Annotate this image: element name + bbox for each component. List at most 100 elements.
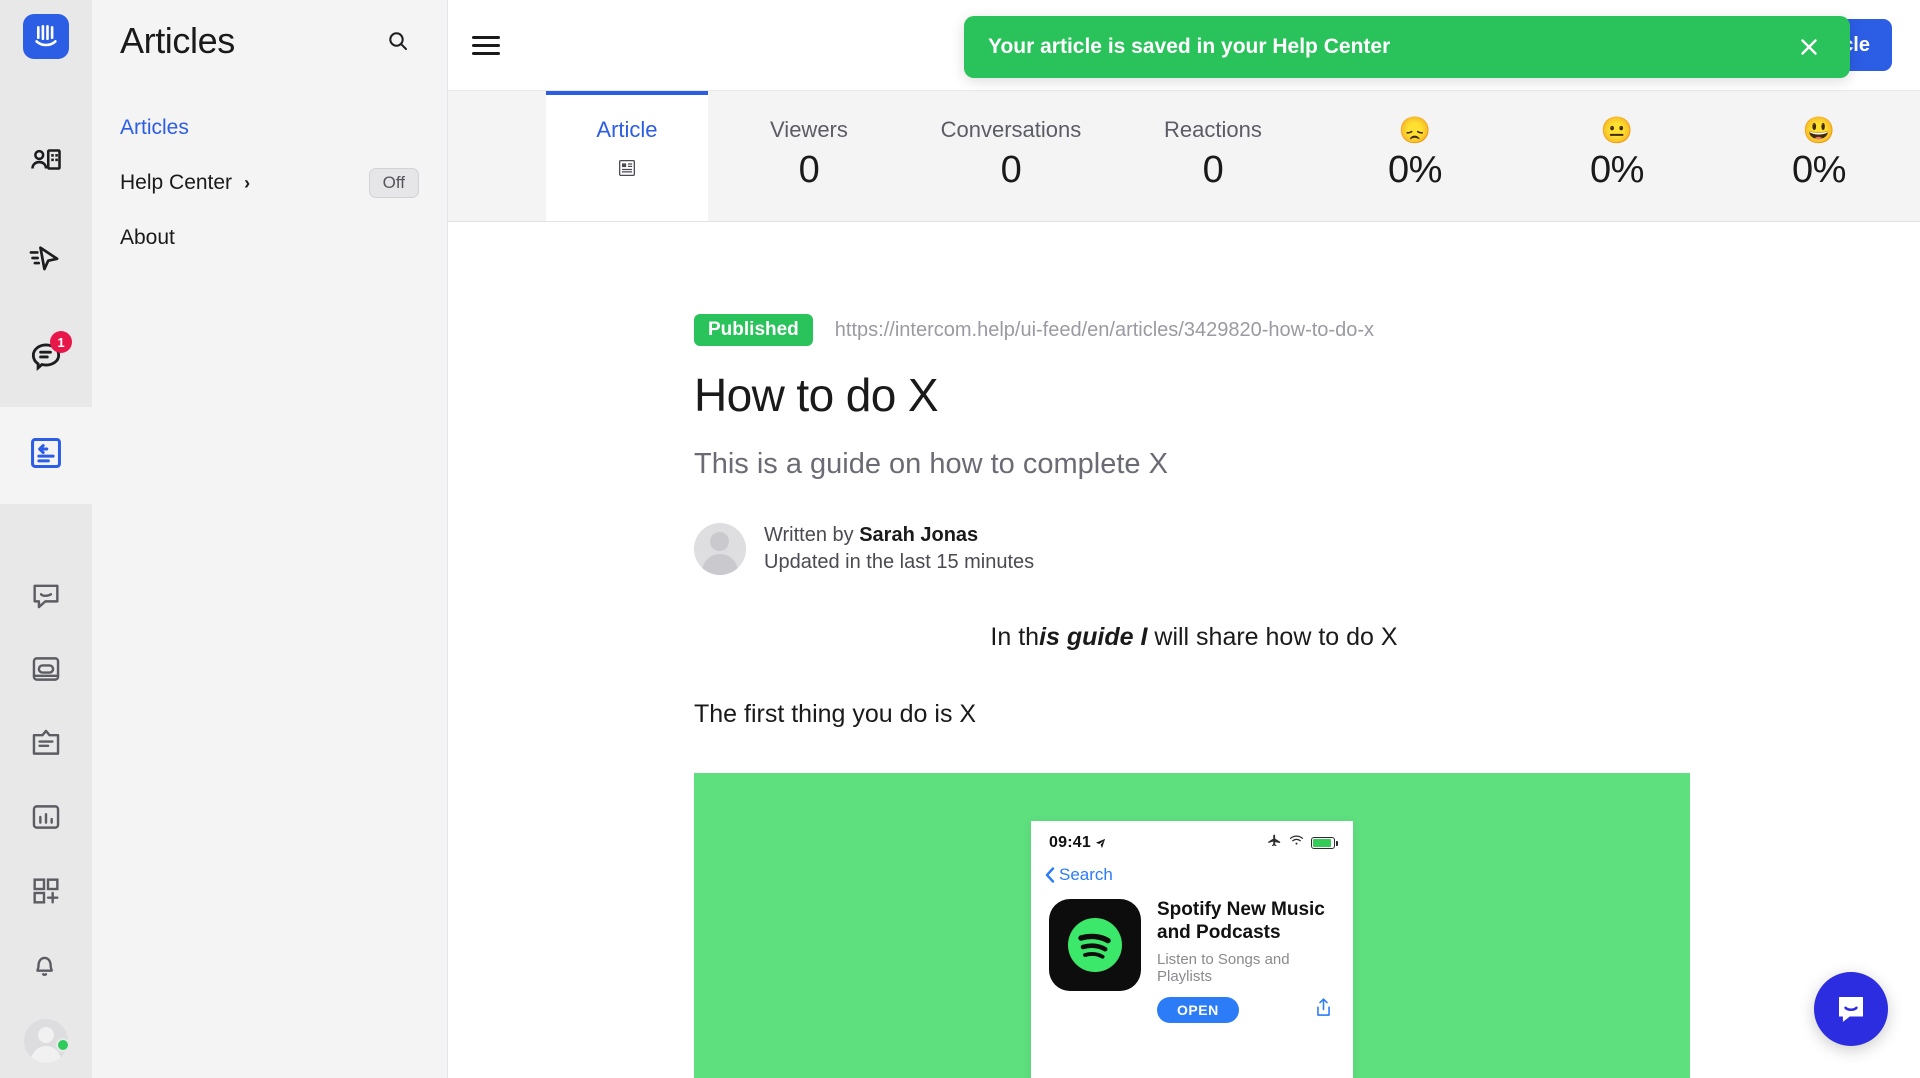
airplane-mode-icon (1267, 833, 1282, 853)
phone-back-button[interactable]: Search (1031, 853, 1353, 885)
rail-item-apps[interactable] (0, 856, 92, 930)
rail-item-outbound[interactable] (0, 212, 92, 309)
toast-message: Your article is saved in your Help Cente… (988, 35, 1391, 58)
spotify-logo-icon (1049, 899, 1141, 991)
page-title: How to do X (694, 369, 939, 421)
stat-value: 0 (1000, 149, 1022, 191)
sidebar-header: Articles (120, 0, 419, 62)
article-view: Published https://intercom.help/ui-feed/… (448, 222, 1920, 1078)
rail-item-profile[interactable] (0, 1004, 92, 1078)
sidebar-item-help-center[interactable]: Help Center › Off (120, 155, 419, 210)
sidebar-item-label: Articles (120, 115, 189, 139)
hamburger-menu-icon[interactable] (472, 35, 506, 55)
author-prefix: Written by (764, 524, 860, 546)
stat-label: Conversations (940, 117, 1082, 142)
phone-app-actions: OPEN (1157, 996, 1337, 1023)
reports-bar-chart-icon (29, 800, 63, 839)
intercom-messenger-launcher[interactable] (1814, 972, 1888, 1046)
avatar-head (710, 532, 729, 551)
article-meta-row: Published https://intercom.help/ui-feed/… (694, 314, 1694, 346)
author-name: Sarah Jonas (859, 524, 979, 546)
disappointed-face-icon: 😞 (1398, 115, 1432, 145)
stat-reactions[interactable]: Reactions 0 (1112, 91, 1314, 221)
article-subtitle: This is a guide on how to complete X (694, 448, 1168, 480)
article-body-paragraph: The first thing you do is X (694, 700, 977, 728)
stat-value: 0% (1792, 149, 1846, 191)
rail-item-messenger[interactable] (0, 560, 92, 634)
author-byline: Written by Sarah Jonas (764, 524, 1034, 547)
product-tours-icon (29, 652, 63, 691)
messenger-chat-icon (29, 578, 63, 617)
phone-status-icons (1267, 833, 1338, 853)
article-url[interactable]: https://intercom.help/ui-feed/en/article… (835, 319, 1374, 342)
stats-bar: Article Viewers 0 Conversations 0 Reacti… (448, 90, 1920, 222)
sidebar-nav: Articles Help Center › Off About (120, 100, 419, 265)
body-text-pre: In th (990, 623, 1040, 651)
rail-item-articles[interactable] (0, 406, 92, 505)
phone-time: 09:41 (1049, 834, 1106, 852)
stat-conversations[interactable]: Conversations 0 (910, 91, 1112, 221)
help-center-status-badge[interactable]: Off (368, 167, 419, 198)
neutral-face-icon: 😐 (1600, 115, 1634, 145)
body-text-emphasis: is guide I (1039, 623, 1148, 651)
rail-item-reports[interactable] (0, 782, 92, 856)
sidebar-title: Articles (120, 20, 235, 61)
rail-item-surveys[interactable] (0, 708, 92, 782)
outbound-icon (27, 239, 65, 282)
smiling-face-icon: 😃 (1802, 115, 1836, 145)
toast-notification: Your article is saved in your Help Cente… (964, 16, 1850, 78)
phone-status-bar: 09:41 (1031, 821, 1353, 853)
sidebar-item-label: Help Center (120, 170, 233, 194)
article-body-centered: In this guide I will share how to do X (694, 623, 1694, 652)
author-row: Written by Sarah Jonas Updated in the la… (694, 523, 1694, 575)
status-badge: Published (694, 314, 813, 346)
rail-item-inbox[interactable]: 1 (0, 309, 92, 406)
battery-charging-icon (1311, 837, 1338, 849)
rail-item-contacts[interactable] (0, 115, 92, 212)
inbox-unread-badge: 1 (50, 331, 72, 354)
contacts-icon (28, 143, 64, 184)
stat-value: 0 (798, 149, 820, 191)
stat-viewers[interactable]: Viewers 0 (708, 91, 910, 221)
close-icon[interactable] (1792, 30, 1826, 64)
apps-add-icon (30, 875, 62, 912)
stat-value: 0 (1202, 149, 1224, 191)
rail-item-notifications[interactable] (0, 930, 92, 1004)
stat-value: 0% (1388, 149, 1442, 191)
avatar-head (38, 1027, 54, 1044)
sidebar-item-about[interactable]: About (120, 210, 419, 265)
phone-app-description: Listen to Songs and Playlists (1157, 950, 1290, 985)
articles-icon (27, 434, 65, 477)
sidebar-item-articles[interactable]: Articles (120, 100, 419, 155)
rail-item-product-tours[interactable] (0, 634, 92, 708)
app-root: 1 Articles Articles Help Center › Off Ab… (0, 0, 1920, 1078)
intercom-logo[interactable] (23, 14, 69, 59)
stat-reaction-neutral[interactable]: 😐 0% (1516, 91, 1718, 221)
chevron-right-icon: › (244, 172, 251, 193)
stat-value: 0% (1590, 149, 1644, 191)
phone-back-label: Search (1059, 865, 1113, 884)
search-icon[interactable] (381, 24, 415, 58)
stat-label: Reactions (1164, 117, 1262, 142)
phone-screenshot: 09:41 Search Spotify New Music and Podca… (1031, 821, 1353, 1078)
article-image: 09:41 Search Spotify New Music and Podca… (694, 773, 1690, 1078)
notifications-bell-icon (29, 948, 63, 987)
author-avatar (694, 523, 746, 575)
sidebar: Articles Articles Help Center › Off Abou… (92, 0, 448, 1078)
stat-reaction-happy[interactable]: 😃 0% (1718, 91, 1920, 221)
share-icon[interactable] (1314, 997, 1333, 1023)
body-text-post: will share how to do X (1147, 623, 1398, 651)
tab-article[interactable]: Article (546, 91, 708, 221)
main-content: Delete Edit article Ex (448, 0, 1920, 1078)
stat-label: Viewers (770, 117, 848, 142)
phone-app-info: Spotify New Music and Podcasts Listen to… (1157, 899, 1337, 1023)
article-inner: Published https://intercom.help/ui-feed/… (694, 314, 1694, 1078)
article-icon (616, 157, 638, 184)
stat-reaction-sad[interactable]: 😞 0% (1314, 91, 1516, 221)
online-status-dot (56, 1038, 70, 1053)
phone-app-name: Spotify New Music and Podcasts (1157, 899, 1325, 943)
tab-article-label: Article (596, 117, 658, 142)
author-lines: Written by Sarah Jonas Updated in the la… (764, 524, 1034, 574)
wifi-icon (1289, 834, 1304, 852)
phone-open-button[interactable]: OPEN (1157, 996, 1239, 1023)
